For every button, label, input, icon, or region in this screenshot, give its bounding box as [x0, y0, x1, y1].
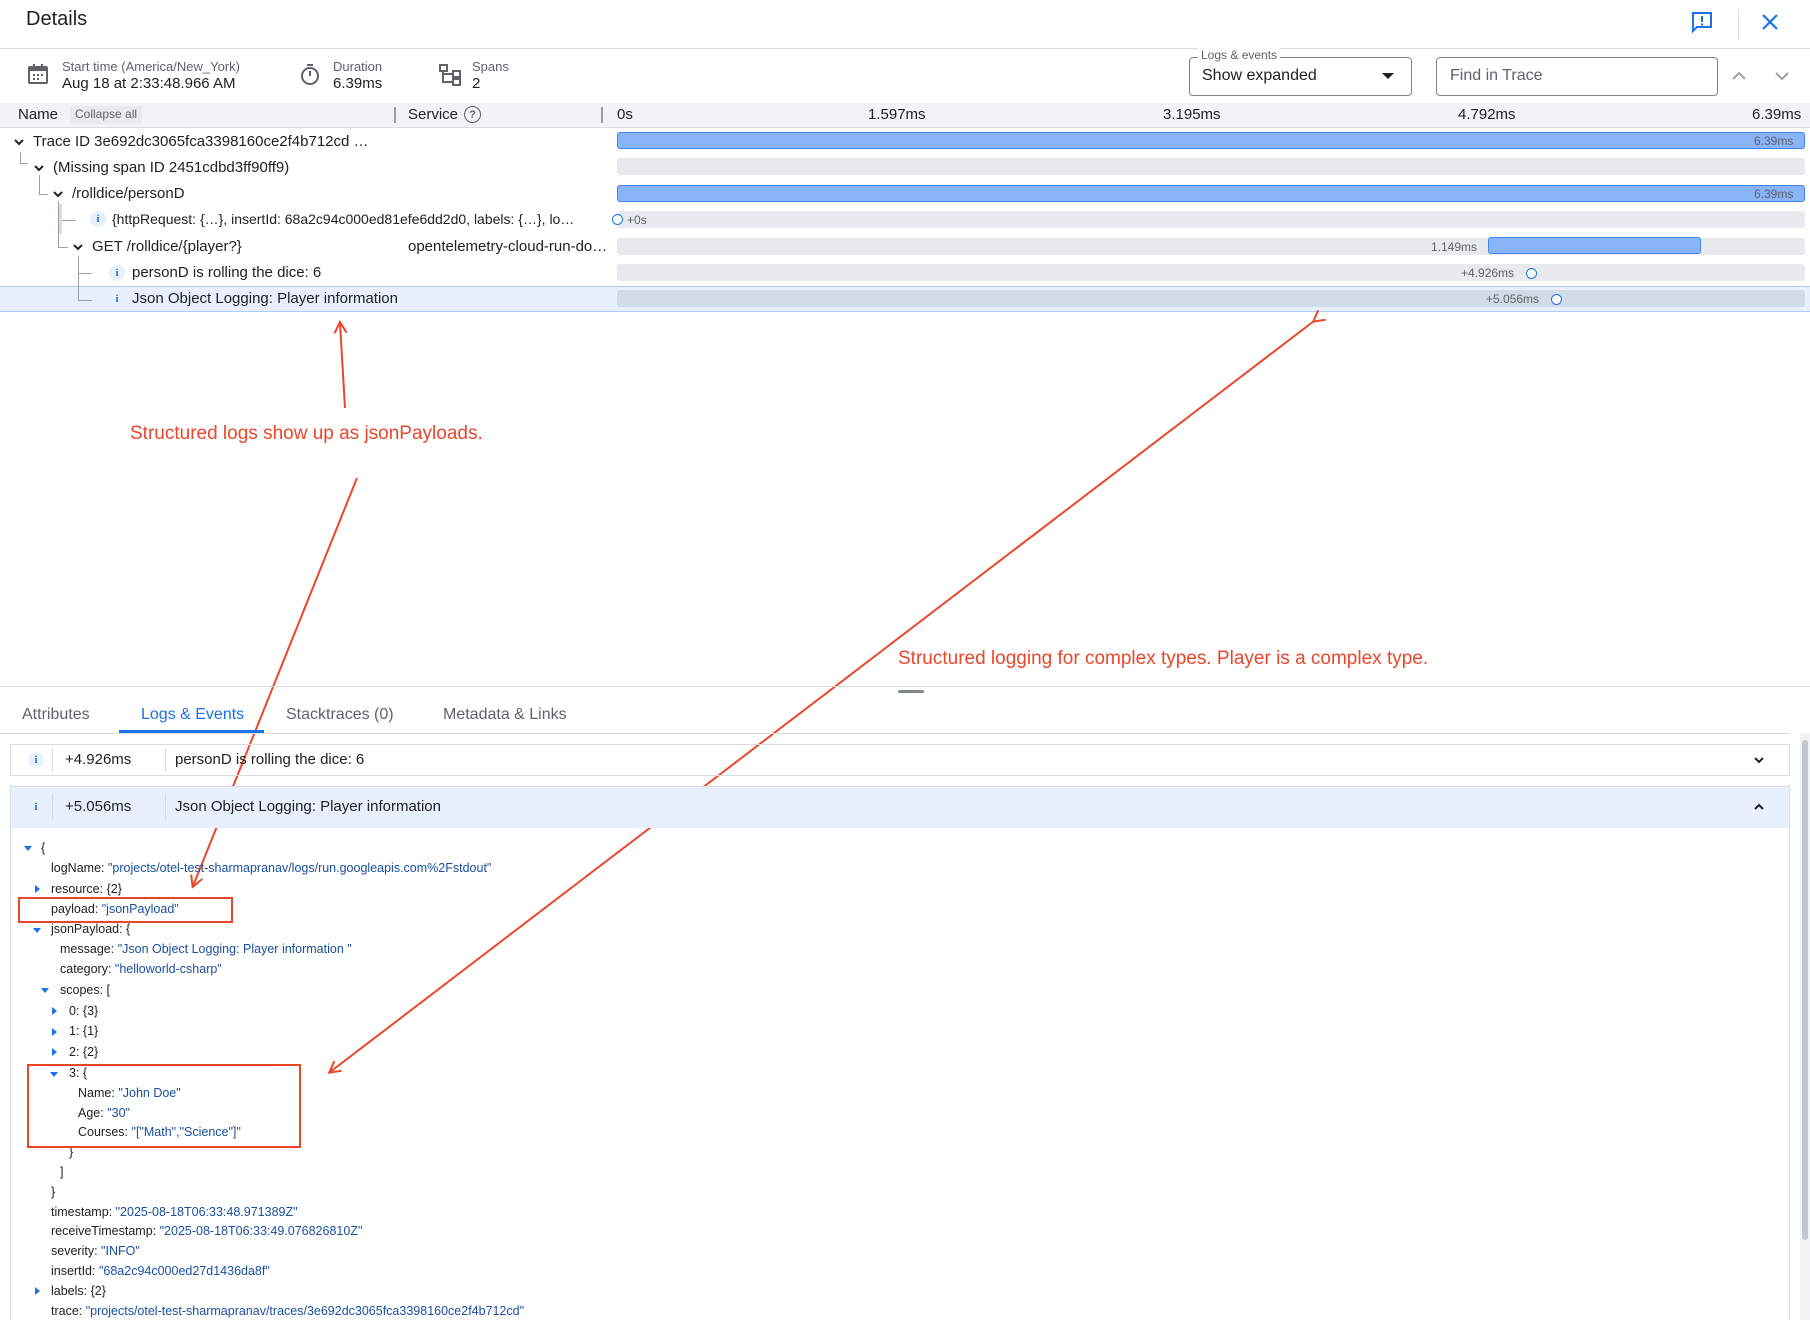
- json-key: receiveTimestamp:: [51, 1224, 157, 1238]
- info-icon: i: [34, 801, 38, 813]
- expand-toggle[interactable]: [52, 1028, 57, 1036]
- json-line: severity: "INFO": [51, 1244, 140, 1258]
- json-key: severity:: [51, 1244, 98, 1258]
- json-line: labels: {2}: [51, 1284, 106, 1298]
- annotation-box-player: [27, 1064, 301, 1148]
- json-key: category:: [60, 962, 112, 976]
- expand-toggle[interactable]: [52, 1048, 57, 1056]
- json-line: scopes: [: [60, 983, 111, 997]
- json-key: timestamp:: [51, 1205, 113, 1219]
- tab-attributes[interactable]: Attributes: [22, 706, 90, 724]
- json-line: 2: {2}: [69, 1045, 99, 1059]
- column-divider: [165, 748, 166, 772]
- json-line: {: [41, 841, 46, 855]
- json-key: logName:: [51, 861, 105, 875]
- json-line: timestamp: "2025-08-18T06:33:48.971389Z": [51, 1205, 298, 1219]
- json-value: "projects/otel-test-sharmapranav/logs/ru…: [107, 861, 492, 875]
- json-line: jsonPayload: {: [51, 922, 131, 936]
- chevron-down-icon[interactable]: [1752, 753, 1766, 767]
- log-entry-time: +4.926ms: [65, 751, 132, 768]
- column-divider: [165, 794, 166, 820]
- json-line: resource: {2}: [51, 882, 122, 896]
- tab-metadata-links[interactable]: Metadata & Links: [443, 706, 567, 724]
- json-line: 0: {3}: [69, 1004, 99, 1018]
- log-entry-message: Json Object Logging: Player information: [175, 798, 441, 815]
- json-key: message:: [60, 942, 115, 956]
- tab-stacktraces[interactable]: Stacktraces (0): [286, 706, 394, 724]
- tabs-divider: [0, 733, 1790, 734]
- expand-toggle[interactable]: [52, 1007, 57, 1015]
- expand-toggle[interactable]: [41, 988, 49, 993]
- json-line: trace: "projects/otel-test-sharmapranav/…: [51, 1304, 524, 1318]
- json-line: 1: {1}: [69, 1024, 99, 1038]
- tab-logs-events[interactable]: Logs & Events: [141, 706, 244, 724]
- json-key: trace:: [51, 1304, 83, 1318]
- json-line: logName: "projects/otel-test-sharmaprana…: [51, 861, 491, 875]
- json-line: ]: [60, 1165, 64, 1179]
- json-line: insertId: "68a2c94c000ed27d1436da8f": [51, 1264, 270, 1278]
- json-value: "68a2c94c000ed27d1436da8f": [98, 1264, 270, 1278]
- json-line: message: "Json Object Logging: Player in…: [60, 942, 352, 956]
- expand-toggle[interactable]: [35, 1287, 40, 1295]
- json-line: receiveTimestamp: "2025-08-18T06:33:49.0…: [51, 1224, 362, 1238]
- log-entry-time: +5.056ms: [65, 798, 132, 815]
- column-divider: [52, 794, 53, 820]
- expand-toggle[interactable]: [35, 885, 40, 893]
- expand-toggle[interactable]: [33, 928, 41, 933]
- json-value: "Json Object Logging: Player information…: [117, 942, 352, 956]
- json-value: "projects/otel-test-sharmapranav/traces/…: [85, 1304, 525, 1318]
- active-tab-indicator: [119, 730, 264, 733]
- resize-handle[interactable]: [898, 690, 924, 693]
- json-value: "2025-08-18T06:33:49.076826810Z": [159, 1224, 363, 1238]
- json-line: }: [51, 1185, 56, 1199]
- json-value: "2025-08-18T06:33:48.971389Z": [115, 1205, 298, 1219]
- scrollbar-thumb[interactable]: [1802, 740, 1808, 1240]
- info-icon: i: [28, 752, 44, 768]
- chevron-up-icon[interactable]: [1752, 800, 1766, 814]
- json-key: insertId:: [51, 1264, 96, 1278]
- log-entry-message: personD is rolling the dice: 6: [175, 751, 365, 768]
- json-line: category: "helloworld-csharp": [60, 962, 222, 976]
- column-divider: [52, 748, 53, 772]
- json-value: "helloworld-csharp": [114, 962, 222, 976]
- annotation-box-payload: [18, 897, 233, 923]
- panel-divider: [0, 686, 1810, 687]
- expand-toggle[interactable]: [24, 846, 32, 851]
- json-value: "INFO": [101, 1244, 140, 1258]
